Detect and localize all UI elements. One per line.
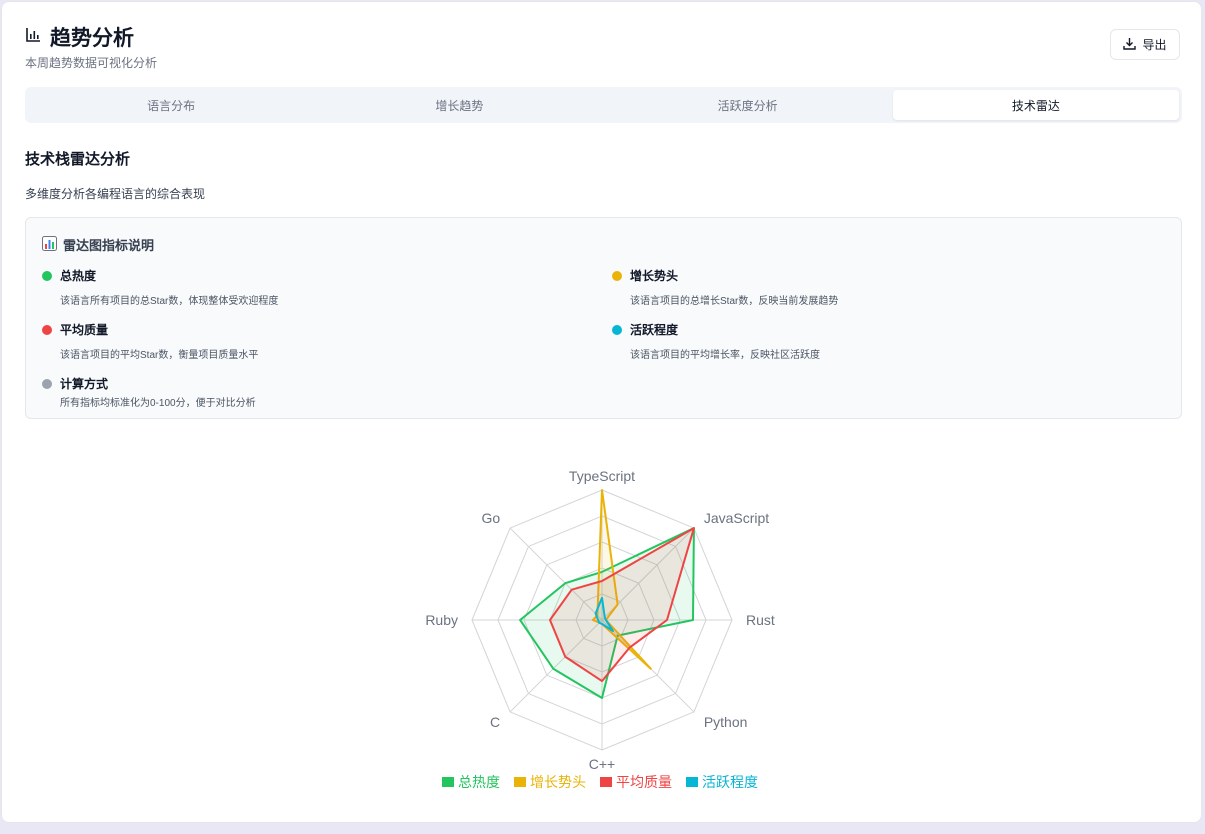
tab-bar: 语言分布 增长趋势 活跃度分析 技术雷达 bbox=[25, 87, 1182, 123]
metric-total-popularity: 总热度 该语言所有项目的总Star数，体现整体受欢迎程度 bbox=[42, 267, 278, 307]
radar-series-area bbox=[549, 527, 695, 683]
metric-desc: 该语言项目的平均Star数，衡量项目质量水平 bbox=[60, 350, 259, 361]
tab-activity-analysis[interactable]: 活跃度分析 bbox=[605, 90, 891, 120]
legend-swatch bbox=[686, 777, 698, 787]
section-description: 多维度分析各编程语言的综合表现 bbox=[25, 187, 206, 201]
red-dot-icon bbox=[42, 324, 52, 335]
radar-indicator-label: Rust bbox=[746, 612, 775, 628]
radar-indicator-label: Python bbox=[704, 714, 748, 730]
page-title: 趋势分析 bbox=[50, 27, 134, 50]
legend-label: 增长势头 bbox=[530, 774, 586, 790]
export-button[interactable]: 导出 bbox=[1110, 29, 1180, 60]
metric-name: 总热度 bbox=[60, 269, 97, 283]
radar-indicator-label: C++ bbox=[589, 756, 615, 772]
legend-label: 活跃程度 bbox=[702, 774, 758, 790]
radar-indicator-label: TypeScript bbox=[569, 468, 635, 484]
metric-desc: 该语言项目的平均增长率，反映社区活跃度 bbox=[630, 350, 820, 361]
header: 趋势分析 本周趋势数据可视化分析 bbox=[25, 22, 157, 71]
tab-growth-trend[interactable]: 增长趋势 bbox=[316, 90, 602, 120]
legend-swatch bbox=[514, 777, 526, 787]
gray-dot-icon bbox=[42, 378, 52, 389]
legend-swatch bbox=[600, 777, 612, 787]
metric-desc: 所有指标均标准化为0-100分，便于对比分析 bbox=[60, 398, 256, 409]
bar-chart-icon bbox=[25, 26, 42, 48]
metric-calculation-method: 计算方式 所有指标均标准化为0-100分，便于对比分析 bbox=[42, 375, 256, 409]
metrics-panel-title: 雷达图指标说明 bbox=[42, 235, 154, 254]
metric-desc: 该语言项目的总增长Star数，反映当前发展趋势 bbox=[630, 296, 839, 307]
tab-language-distribution[interactable]: 语言分布 bbox=[28, 90, 314, 120]
metric-name: 平均质量 bbox=[60, 323, 109, 337]
radar-indicator-label: JavaScript bbox=[704, 510, 769, 526]
radar-chart: TypeScript JavaScript Rust Python C++ C Ruby Go… bbox=[425, 468, 775, 790]
download-icon bbox=[1123, 37, 1137, 53]
radar-indicator-label: C bbox=[490, 714, 500, 730]
metrics-explanation-panel: 雷达图指标说明 总热度 该语言所有项目的总Star数，体现整体受欢迎程度 增长势… bbox=[25, 217, 1182, 419]
page-subtitle: 本周趋势数据可视化分析 bbox=[25, 56, 158, 70]
export-label: 导出 bbox=[1142, 38, 1167, 52]
metric-name: 活跃程度 bbox=[630, 323, 679, 337]
cyan-dot-icon bbox=[612, 324, 622, 335]
legend-label: 总热度 bbox=[458, 774, 500, 790]
metric-activity-level: 活跃程度 该语言项目的平均增长率，反映社区活跃度 bbox=[612, 321, 820, 361]
metrics-panel-title-text: 雷达图指标说明 bbox=[63, 238, 155, 253]
chart-emoji-icon bbox=[42, 235, 57, 254]
metric-growth-momentum: 增长势头 该语言项目的总增长Star数，反映当前发展趋势 bbox=[612, 267, 838, 307]
yellow-dot-icon bbox=[612, 270, 622, 281]
radar-indicator-label: Ruby bbox=[425, 612, 458, 628]
metric-desc: 该语言所有项目的总Star数，体现整体受欢迎程度 bbox=[60, 296, 279, 307]
radar-indicator-label: Go bbox=[481, 510, 500, 526]
metric-average-quality: 平均质量 该语言项目的平均Star数，衡量项目质量水平 bbox=[42, 321, 258, 361]
metric-name: 计算方式 bbox=[60, 377, 109, 391]
green-dot-icon bbox=[42, 270, 52, 281]
trend-analysis-card: 趋势分析 本周趋势数据可视化分析 导出 语言分布 增长趋势 活跃度分析 技术雷达… bbox=[1, 1, 1202, 823]
metric-name: 增长势头 bbox=[630, 269, 679, 283]
tab-tech-radar[interactable]: 技术雷达 bbox=[892, 90, 1179, 120]
legend-label: 平均质量 bbox=[616, 774, 672, 790]
legend-swatch bbox=[442, 777, 454, 787]
section-title: 技术栈雷达分析 bbox=[25, 151, 131, 168]
